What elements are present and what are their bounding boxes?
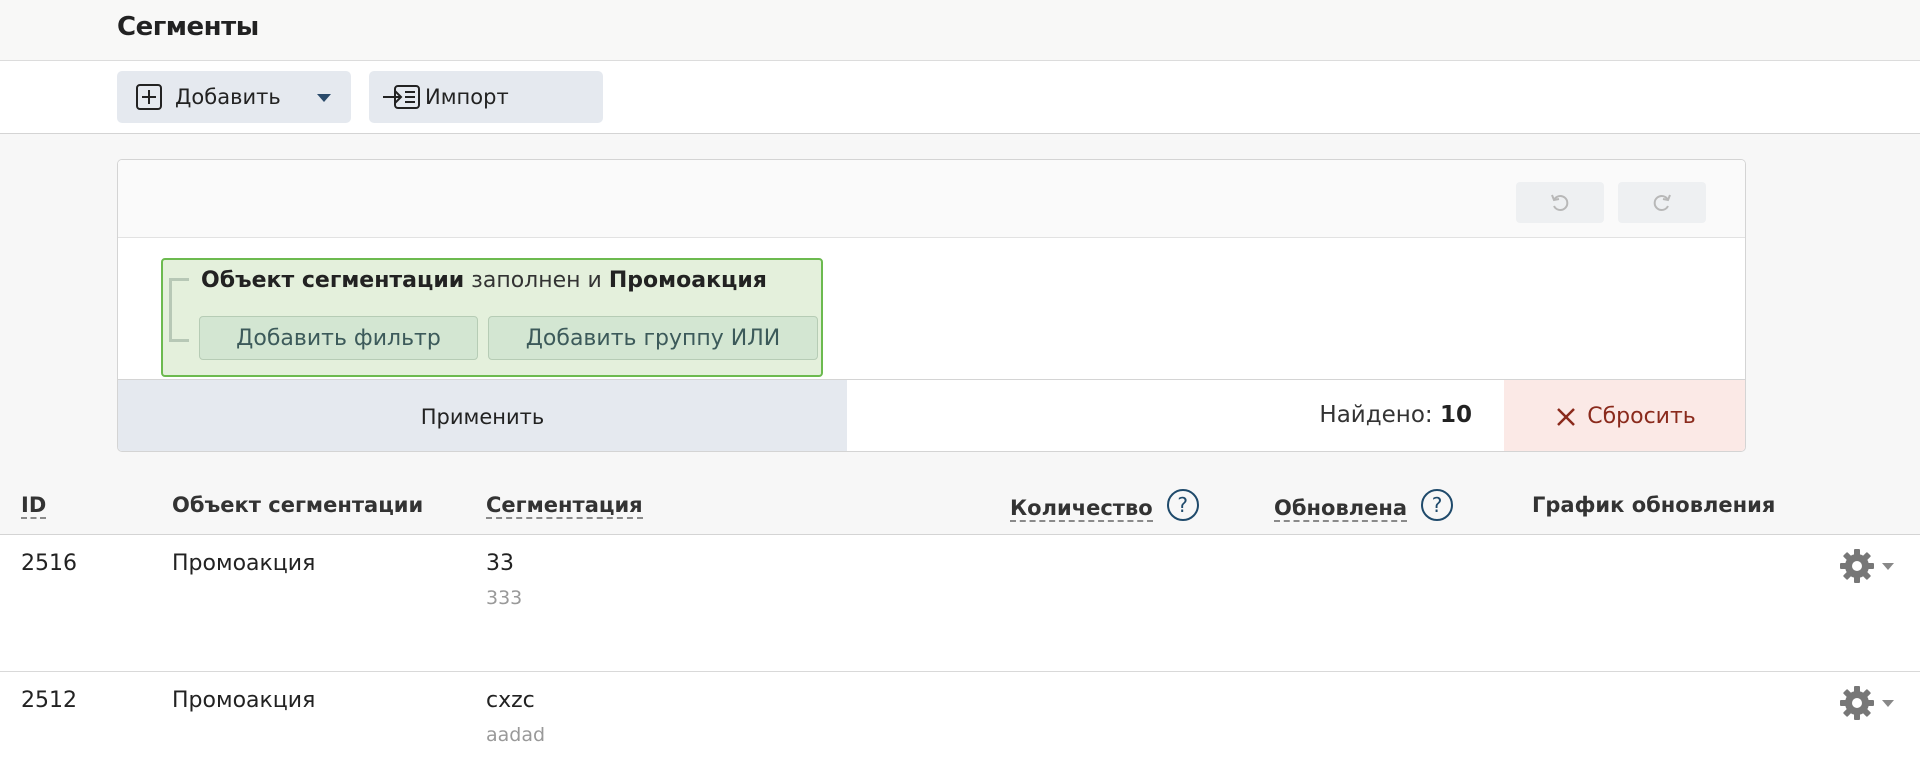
filter-group: Объект сегментации заполнен и Промоакция… bbox=[161, 258, 823, 377]
found-label: Найдено: bbox=[1319, 402, 1433, 428]
add-filter-button[interactable]: Добавить фильтр bbox=[199, 316, 478, 360]
gear-icon bbox=[1840, 686, 1874, 720]
plus-square-icon bbox=[136, 84, 162, 110]
reset-button[interactable]: Сбросить bbox=[1504, 380, 1745, 451]
row-settings-button[interactable] bbox=[1838, 547, 1894, 585]
row-segment-name[interactable]: cxzc bbox=[486, 688, 535, 713]
import-button[interactable]: Импорт bbox=[369, 71, 603, 123]
undo-button[interactable] bbox=[1516, 182, 1604, 223]
row-id: 2512 bbox=[21, 688, 77, 713]
column-schedule: График обновления bbox=[1532, 493, 1776, 517]
filter-actions: Применить Найдено: 10 Сбросить bbox=[118, 379, 1745, 451]
row-segment-description: aadad bbox=[486, 724, 546, 746]
filter-panel: Объект сегментации заполнен и Промоакция… bbox=[117, 159, 1746, 452]
help-circle-icon[interactable]: ? bbox=[1166, 489, 1199, 521]
add-or-group-button[interactable]: Добавить группу ИЛИ bbox=[488, 316, 818, 360]
table-row[interactable]: 2512 Промоакция cxzc aadad bbox=[0, 672, 1920, 767]
page-header: Сегменты bbox=[0, 0, 1920, 61]
column-updated[interactable]: Обновлена? bbox=[1274, 489, 1454, 525]
page-title: Сегменты bbox=[117, 12, 259, 42]
row-segment-name[interactable]: 33 bbox=[486, 551, 514, 576]
condition-value: Промоакция bbox=[608, 268, 767, 293]
row-segment-description: 333 bbox=[486, 587, 523, 609]
column-object: Объект сегментации bbox=[172, 493, 424, 517]
condition-field: Объект сегментации bbox=[201, 268, 465, 293]
import-icon bbox=[383, 85, 420, 109]
row-id: 2516 bbox=[21, 551, 77, 576]
undo-icon bbox=[1551, 194, 1569, 211]
table-header: ID Объект сегментации Сегментация Количе… bbox=[0, 482, 1920, 535]
caret-down-icon[interactable] bbox=[317, 94, 331, 102]
column-segmentation[interactable]: Сегментация bbox=[486, 493, 643, 519]
add-button-label: Добавить bbox=[175, 85, 281, 109]
condition-connector: и bbox=[587, 268, 602, 293]
redo-icon bbox=[1653, 194, 1671, 211]
add-button[interactable]: Добавить bbox=[117, 71, 351, 123]
help-circle-icon[interactable]: ? bbox=[1421, 489, 1454, 521]
redo-button[interactable] bbox=[1618, 182, 1706, 223]
found-value: 10 bbox=[1439, 402, 1472, 428]
condition-operator: заполнен bbox=[471, 268, 581, 293]
gear-icon bbox=[1840, 549, 1874, 583]
caret-down-icon bbox=[1882, 699, 1894, 707]
close-icon bbox=[1557, 407, 1576, 426]
row-object: Промоакция bbox=[172, 551, 316, 576]
import-button-label: Импорт bbox=[425, 85, 509, 109]
group-bracket bbox=[169, 278, 189, 342]
filter-condition[interactable]: Объект сегментации заполнен и Промоакция bbox=[201, 268, 767, 293]
row-object: Промоакция bbox=[172, 688, 316, 713]
filter-panel-toolbar bbox=[118, 160, 1745, 238]
caret-down-icon bbox=[1882, 562, 1894, 570]
column-count[interactable]: Количество? bbox=[1010, 489, 1199, 525]
found-count: Найдено: 10 bbox=[1319, 402, 1472, 428]
apply-button[interactable]: Применить bbox=[118, 380, 847, 451]
reset-label: Сбросить bbox=[1587, 404, 1696, 429]
row-settings-button[interactable] bbox=[1838, 684, 1894, 722]
toolbar: Добавить Импорт bbox=[0, 61, 1920, 134]
table-row[interactable]: 2516 Промоакция 33 333 bbox=[0, 535, 1920, 672]
column-id[interactable]: ID bbox=[21, 493, 47, 519]
